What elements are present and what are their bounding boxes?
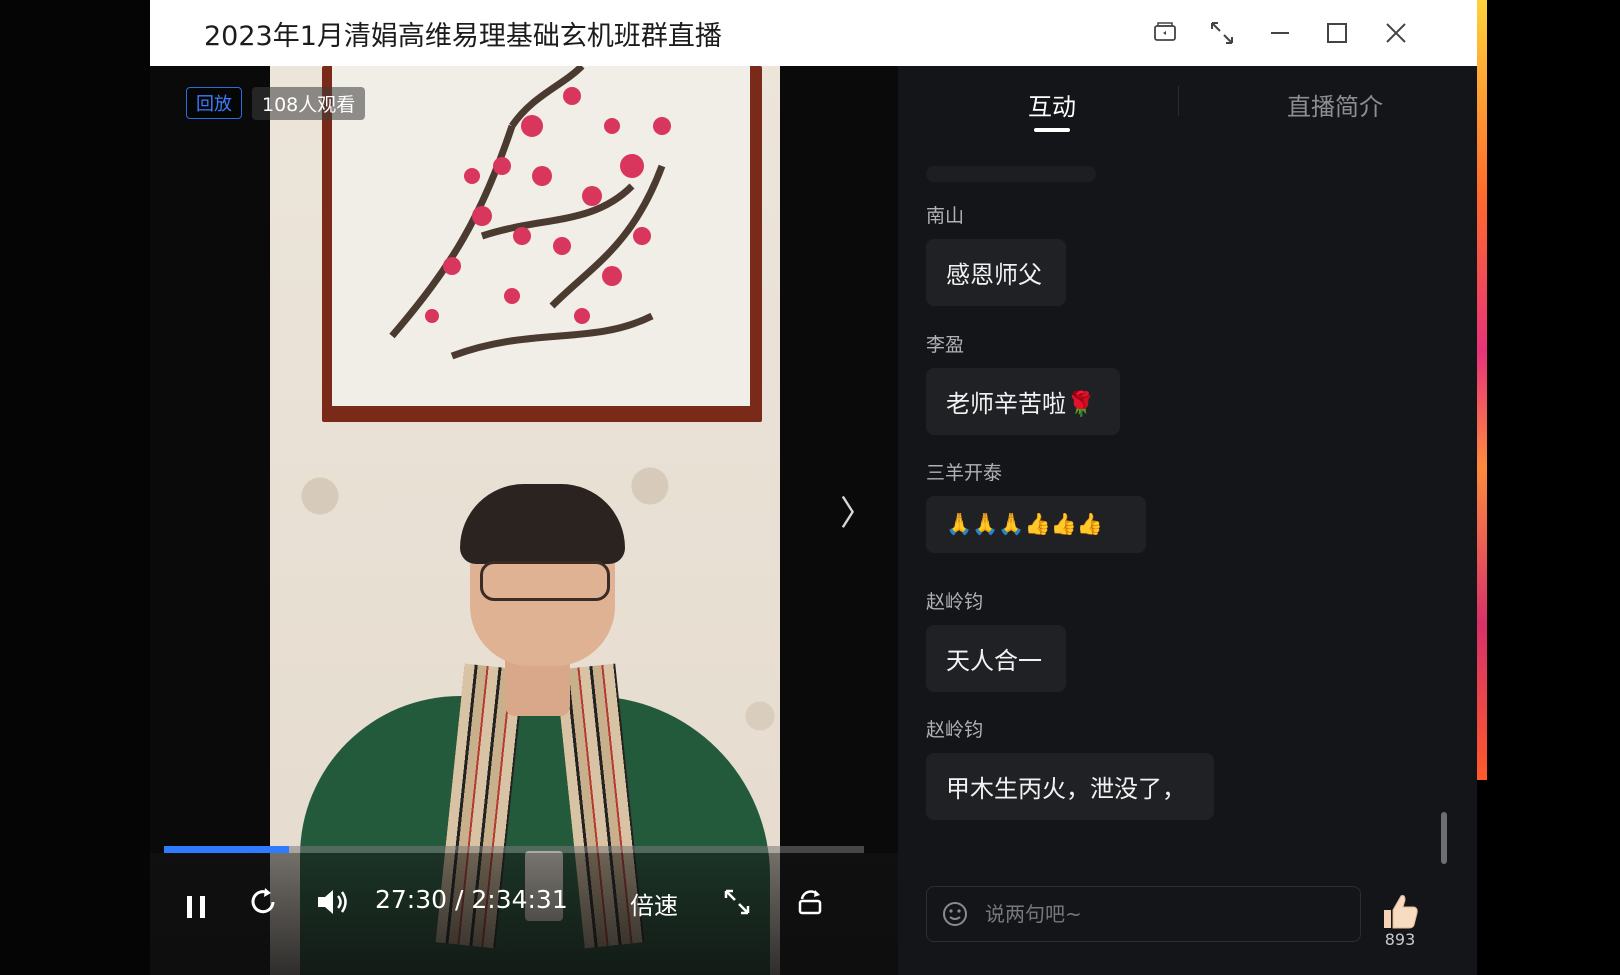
progress-fill — [164, 846, 289, 853]
expand-icon — [724, 889, 750, 915]
chat-bubble: 天人合一 — [926, 625, 1066, 692]
comment-box[interactable] — [926, 886, 1361, 942]
panel-tabs: 互动 直播简介 — [898, 66, 1477, 138]
fullscreen-button[interactable] — [720, 885, 754, 919]
comment-input[interactable] — [983, 901, 1327, 927]
chat-message: 三羊开泰 🙏🙏🙏👍👍👍 — [926, 458, 1146, 553]
video-frame — [270, 66, 780, 975]
rotate-screen-icon — [798, 890, 822, 915]
live-status: 回放 108人观看 — [186, 86, 366, 120]
chat-bubble: 🙏🙏🙏👍👍👍 — [926, 496, 1146, 553]
reload-button[interactable] — [246, 885, 280, 919]
desktop-right-strip — [1480, 0, 1620, 975]
maximize-icon[interactable] — [1317, 13, 1357, 53]
chat-bubble: 老师辛苦啦🌹 — [926, 368, 1120, 435]
chat-username: 赵岭钧 — [926, 591, 984, 613]
plum-blossom-painting — [322, 66, 762, 422]
chat-message: 李盈 老师辛苦啦🌹 — [926, 330, 1120, 435]
screen-share-icon[interactable] — [1145, 13, 1185, 53]
close-icon[interactable] — [1376, 13, 1416, 53]
thumbs-up-icon — [1384, 895, 1418, 929]
speed-button[interactable]: 倍速 — [630, 886, 678, 921]
replay-badge: 回放 — [186, 87, 242, 119]
chat-bubble: 感恩师父 — [926, 239, 1066, 306]
tab-interaction[interactable]: 互动 — [1028, 87, 1076, 122]
progress-bar[interactable] — [164, 846, 864, 853]
viewer-count: 108人观看 — [252, 86, 366, 120]
tab-live-intro[interactable]: 直播简介 — [1287, 87, 1383, 122]
volume-button[interactable] — [314, 885, 350, 919]
like-count: 893 — [1384, 930, 1416, 949]
playback-time: 27:30 / 2:34:31 — [375, 885, 568, 914]
emoji-icon[interactable] — [927, 900, 983, 928]
minimize-icon[interactable] — [1260, 13, 1300, 53]
volume-icon — [318, 890, 347, 914]
window-title: 2023年1月清娟高维易理基础玄机班群直播 — [204, 21, 722, 52]
live-window: 2023年1月清娟高维易理基础玄机班群直播 回放 108人观看 〉 27:30 … — [150, 0, 1477, 975]
pause-button[interactable] — [170, 881, 222, 933]
desktop-wallpaper-strip — [1477, 0, 1487, 780]
pause-icon — [187, 896, 205, 918]
chat-bubble: 甲木生丙火，泄没了， — [926, 753, 1214, 820]
rotate-button[interactable] — [793, 885, 827, 919]
presenter-glasses — [480, 561, 610, 601]
chat-username: 南山 — [926, 205, 965, 227]
chat-scrollbar[interactable] — [1441, 812, 1447, 864]
player-controls: 27:30 / 2:34:31 倍速 — [150, 853, 898, 975]
tab-divider — [1178, 86, 1179, 116]
chat-message: 赵岭钧 天人合一 — [926, 587, 1066, 692]
chat-message: 南山 感恩师父 — [926, 201, 1066, 306]
previous-message-stub — [926, 166, 1096, 182]
compact-mode-icon[interactable] — [1202, 13, 1242, 53]
plum-blossom-artwork — [389, 66, 671, 360]
active-tab-indicator — [1034, 128, 1070, 132]
desktop-left-strip — [0, 0, 150, 975]
chevron-right-icon[interactable]: 〉 — [840, 486, 874, 535]
refresh-icon — [251, 888, 275, 914]
like-button[interactable]: 893 — [1376, 892, 1424, 952]
title-bar: 2023年1月清娟高维易理基础玄机班群直播 — [150, 0, 1477, 67]
interaction-panel: 互动 直播简介 南山 感恩师父 李盈 老师辛苦啦🌹 三羊开泰 🙏🙏🙏👍👍👍 赵岭… — [898, 66, 1477, 975]
chat-username: 三羊开泰 — [926, 462, 1003, 484]
video-player[interactable]: 回放 108人观看 〉 27:30 / 2:34:31 倍速 — [150, 66, 898, 975]
chat-message: 赵岭钧 甲木生丙火，泄没了， — [926, 715, 1214, 820]
chat-username: 李盈 — [926, 334, 965, 356]
chat-username: 赵岭钧 — [926, 719, 984, 741]
